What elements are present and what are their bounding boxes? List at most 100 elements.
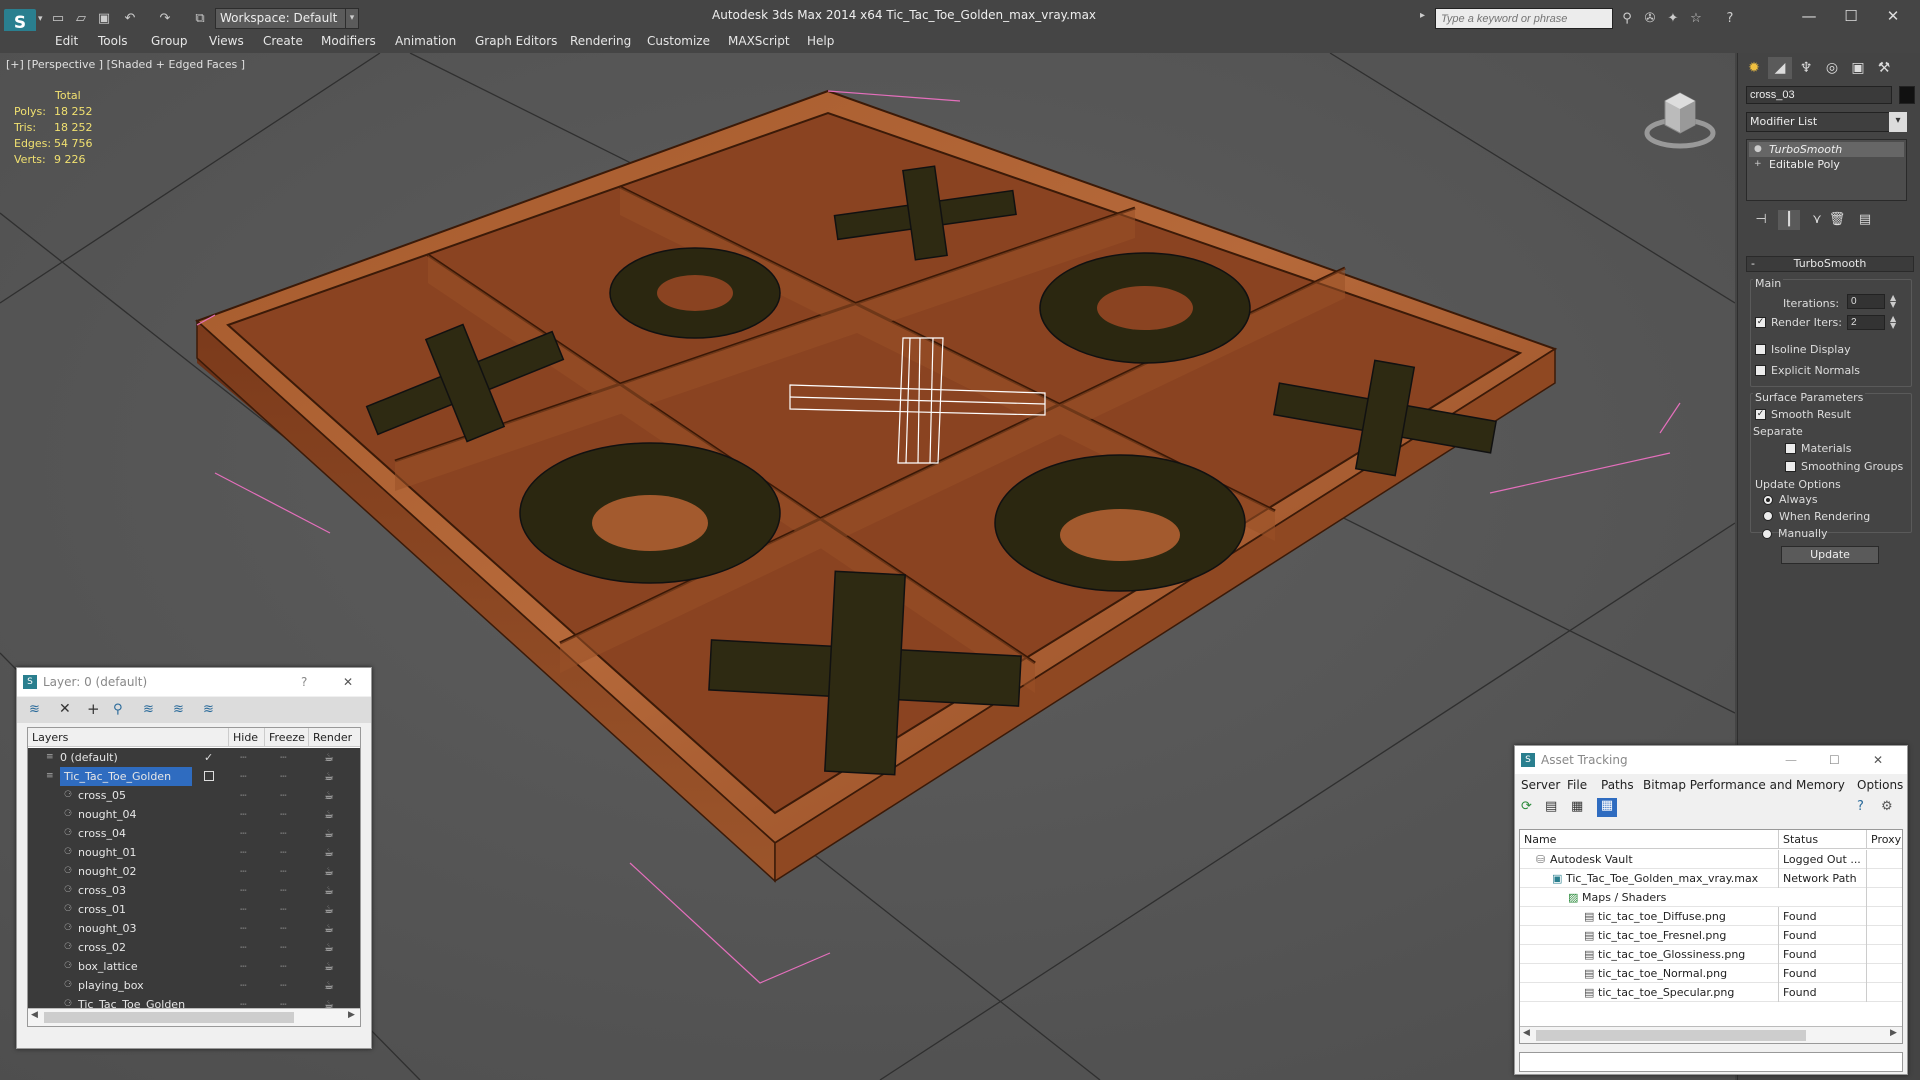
search-expand-icon[interactable]: ▸ — [1420, 10, 1425, 21]
workspace-dropdown-arrow-icon[interactable]: ▾ — [345, 8, 359, 29]
freeze-toggle-icon[interactable]: ┄ — [280, 957, 287, 976]
help-icon[interactable]: ? — [1720, 10, 1740, 28]
isoline-display-checkbox[interactable]: ✓ — [1755, 344, 1766, 355]
menu-options[interactable]: Options — [1857, 778, 1903, 792]
menu-help[interactable]: Help — [807, 34, 834, 48]
hide-toggle-icon[interactable]: ┄ — [240, 957, 247, 976]
column-freeze[interactable]: Freeze — [264, 728, 305, 747]
freeze-toggle-icon[interactable]: ┄ — [280, 976, 287, 995]
utilities-tab-icon[interactable]: ⚒ — [1872, 57, 1896, 79]
render-iters-spinner[interactable] — [1847, 315, 1885, 330]
new-layer-icon[interactable]: ≋ — [29, 702, 40, 717]
render-teapot-icon[interactable]: ☕ — [324, 900, 334, 919]
menu-group[interactable]: Group — [151, 34, 188, 48]
settings-icon[interactable]: ⚙ — [1881, 799, 1893, 814]
stack-item-editable-poly[interactable]: + Editable Poly — [1749, 157, 1904, 172]
menu-edit[interactable]: Edit — [55, 34, 78, 48]
motion-tab-icon[interactable]: ◎ — [1820, 57, 1844, 79]
menu-paths[interactable]: Paths — [1601, 778, 1634, 792]
expand-plus-icon[interactable]: + — [1754, 159, 1764, 169]
binoculars-icon[interactable]: ⚲ — [1617, 10, 1637, 28]
asset-row[interactable]: ⛁ Autodesk Vault Logged Out ... — [1520, 850, 1902, 869]
close-icon[interactable]: ✕ — [1872, 5, 1914, 27]
update-when-rendering-radio[interactable] — [1763, 511, 1773, 521]
freeze-toggle-icon[interactable]: ┄ — [280, 767, 287, 786]
make-unique-icon[interactable]: ⋎ — [1806, 210, 1828, 230]
modifier-list-dropdown[interactable]: Modifier List ▾ — [1746, 112, 1907, 132]
scroll-right-icon[interactable]: ▶ — [348, 1010, 355, 1020]
minimize-icon[interactable]: — — [1788, 5, 1830, 27]
layer-dialog-titlebar[interactable]: S Layer: 0 (default) ? ✕ — [17, 668, 371, 696]
render-teapot-icon[interactable]: ☕ — [324, 919, 334, 938]
maximize-icon[interactable]: ☐ — [1829, 746, 1840, 774]
current-layer-check-icon[interactable]: ✓ — [204, 748, 213, 767]
menu-customize[interactable]: Customize — [647, 34, 710, 48]
layer-row[interactable]: ⚆ nought_04 ┄ ┄ ☕ — [28, 805, 360, 824]
hide-toggle-icon[interactable]: ┄ — [240, 805, 247, 824]
asset-row[interactable]: ▤ tic_tac_toe_Specular.png Found — [1520, 983, 1902, 1002]
render-teapot-icon[interactable]: ☕ — [324, 748, 334, 767]
hide-toggle-icon[interactable]: ┄ — [240, 900, 247, 919]
maximize-icon[interactable]: ☐ — [1830, 5, 1872, 27]
workspace-dropdown[interactable]: Workspace: Default ▾ — [215, 8, 359, 29]
delete-layer-icon[interactable]: ✕ — [59, 701, 71, 717]
subscription-icon[interactable]: ✇ — [1640, 10, 1660, 28]
layer-row[interactable]: ⚆ cross_01 ┄ ┄ ☕ — [28, 900, 360, 919]
asset-tracking-titlebar[interactable]: S Asset Tracking — ☐ ✕ — [1515, 746, 1907, 774]
hide-toggle-icon[interactable]: ┄ — [240, 938, 247, 957]
render-teapot-icon[interactable]: ☕ — [324, 938, 334, 957]
freeze-toggle-icon[interactable]: ┄ — [280, 862, 287, 881]
new-file-icon[interactable]: ▭ — [48, 10, 68, 28]
grid-view-icon[interactable]: ▦ — [1597, 798, 1617, 817]
hide-toggle-icon[interactable]: ┄ — [240, 824, 247, 843]
layer-row[interactable]: ⚆ cross_04 ┄ ┄ ☕ — [28, 824, 360, 843]
hide-toggle-icon[interactable]: ┄ — [240, 919, 247, 938]
render-teapot-icon[interactable]: ☕ — [324, 862, 334, 881]
object-name-field[interactable] — [1746, 86, 1892, 104]
hide-toggle-icon[interactable]: ┄ — [240, 748, 247, 767]
smooth-result-checkbox[interactable]: ✓ — [1755, 409, 1766, 420]
hide-toggle-icon[interactable]: ┄ — [240, 862, 247, 881]
render-teapot-icon[interactable]: ☕ — [324, 881, 334, 900]
close-icon[interactable]: ✕ — [1873, 746, 1883, 774]
refresh-icon[interactable]: ⟳ — [1521, 799, 1532, 814]
asset-row[interactable]: ▤ tic_tac_toe_Fresnel.png Found — [1520, 926, 1902, 945]
freeze-toggle-icon[interactable]: ┄ — [280, 919, 287, 938]
materials-checkbox[interactable]: ✓ — [1785, 443, 1796, 454]
iterations-spinner[interactable] — [1847, 294, 1885, 309]
render-iters-checkbox[interactable]: ✓ — [1755, 317, 1766, 328]
menu-file[interactable]: File — [1567, 778, 1587, 792]
menu-graph-editors[interactable]: Graph Editors — [475, 34, 557, 48]
freeze-toggle-icon[interactable]: ┄ — [280, 881, 287, 900]
layer-row[interactable]: ⚆ nought_03 ┄ ┄ ☕ — [28, 919, 360, 938]
layer-row[interactable]: ⚆ nought_01 ┄ ┄ ☕ — [28, 843, 360, 862]
hide-toggle-icon[interactable]: ┄ — [240, 767, 247, 786]
menu-tools[interactable]: Tools — [98, 34, 128, 48]
list-view-icon[interactable]: ▤ — [1545, 799, 1557, 814]
asset-row[interactable]: ▣ Tic_Tac_Toe_Golden_max_vray.max Network … — [1520, 869, 1902, 888]
render-teapot-icon[interactable]: ☕ — [324, 957, 334, 976]
make-current-checkbox[interactable] — [204, 771, 214, 781]
update-always-radio[interactable] — [1763, 495, 1773, 505]
layer-row[interactable]: ⚆ cross_02 ┄ ┄ ☕ — [28, 938, 360, 957]
asset-status-field[interactable] — [1519, 1052, 1903, 1072]
spinner-arrows-icon[interactable]: ▲ ▼ — [1890, 294, 1896, 309]
select-objects-icon[interactable]: ⚲ — [113, 702, 123, 717]
undo-icon[interactable]: ↶ — [120, 10, 140, 28]
show-end-result-icon[interactable]: ┃ — [1778, 210, 1800, 230]
minimize-icon[interactable]: — — [1785, 746, 1797, 774]
object-color-swatch[interactable] — [1899, 86, 1915, 104]
freeze-all-layers-icon[interactable]: ≋ — [203, 702, 214, 717]
column-status[interactable]: Status — [1778, 830, 1866, 849]
freeze-toggle-icon[interactable]: ┄ — [280, 748, 287, 767]
freeze-toggle-icon[interactable]: ┄ — [280, 900, 287, 919]
asset-row[interactable]: ▤ tic_tac_toe_Glossiness.png Found — [1520, 945, 1902, 964]
layer-row[interactable]: ≡ 0 (default) ✓ ┄ ┄ ☕ — [28, 748, 360, 767]
menu-create[interactable]: Create — [263, 34, 303, 48]
render-teapot-icon[interactable]: ☕ — [324, 786, 334, 805]
open-folder-icon[interactable]: ▱ — [71, 10, 91, 28]
pin-stack-icon[interactable]: ⊣ — [1750, 210, 1772, 230]
modify-tab-icon[interactable]: ◢ — [1768, 57, 1792, 79]
layer-row[interactable]: ≡ Tic_Tac_Toe_Golden ┄ ┄ ☕ — [28, 767, 360, 786]
project-folder-icon[interactable]: ⧉ — [190, 10, 210, 28]
